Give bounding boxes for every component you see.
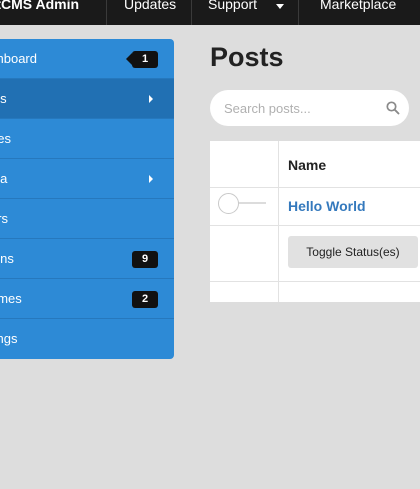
sidebar-item-users[interactable]: ers: [0, 199, 174, 239]
toggle-status-button[interactable]: Toggle Status(es): [288, 236, 418, 268]
nav-marketplace[interactable]: Marketplace: [320, 0, 396, 12]
post-title-link[interactable]: Hello World: [288, 198, 366, 214]
chevron-right-icon: [149, 175, 153, 183]
status-toggle[interactable]: [218, 193, 268, 214]
posts-table: Name Hello World Toggle Status(es): [210, 141, 420, 302]
chevron-right-icon: [149, 95, 153, 103]
top-navbar: aptCMS Admin Updates Support Marketplace: [0, 0, 420, 25]
row-divider: [210, 225, 420, 226]
count-badge: 2: [132, 291, 158, 308]
search-input[interactable]: [210, 90, 380, 126]
sidebar-item-themes[interactable]: emes 2: [0, 279, 174, 319]
sidebar: shboard 1 sts ges dia ers gins 9 emes 2 …: [0, 39, 174, 359]
sidebar-item-pages[interactable]: ges: [0, 119, 174, 159]
sidebar-item-dashboard[interactable]: shboard 1: [0, 39, 174, 79]
sidebar-item-label: shboard: [0, 51, 37, 66]
page-title: Posts: [210, 42, 284, 72]
row-divider: [210, 281, 420, 282]
nav-divider: [106, 0, 107, 25]
sidebar-item-label: dia: [0, 171, 8, 186]
sidebar-item-label: ers: [0, 211, 9, 226]
toggle-knob: [218, 193, 239, 214]
sidebar-item-settings[interactable]: tings: [0, 319, 174, 359]
count-badge: 1: [126, 51, 158, 68]
nav-divider: [191, 0, 192, 25]
row-divider: [210, 187, 420, 188]
column-divider: [278, 141, 279, 302]
search-box: [210, 90, 409, 126]
sidebar-item-label: gins: [0, 251, 14, 266]
sidebar-item-plugins[interactable]: gins 9: [0, 239, 174, 279]
caret-down-icon[interactable]: [276, 4, 284, 9]
sidebar-item-label: tings: [0, 331, 18, 346]
nav-divider: [298, 0, 299, 25]
sidebar-item-media[interactable]: dia: [0, 159, 174, 199]
sidebar-item-label: ges: [0, 131, 11, 146]
brand-title[interactable]: aptCMS Admin: [0, 0, 79, 12]
count-badge: 9: [132, 251, 158, 268]
sidebar-item-posts[interactable]: sts: [0, 79, 174, 119]
nav-updates[interactable]: Updates: [124, 0, 176, 12]
column-header-name[interactable]: Name: [288, 157, 326, 173]
sidebar-item-label: emes: [0, 291, 22, 306]
nav-support[interactable]: Support: [208, 0, 257, 12]
search-icon[interactable]: [386, 101, 400, 120]
sidebar-item-label: sts: [0, 91, 7, 106]
